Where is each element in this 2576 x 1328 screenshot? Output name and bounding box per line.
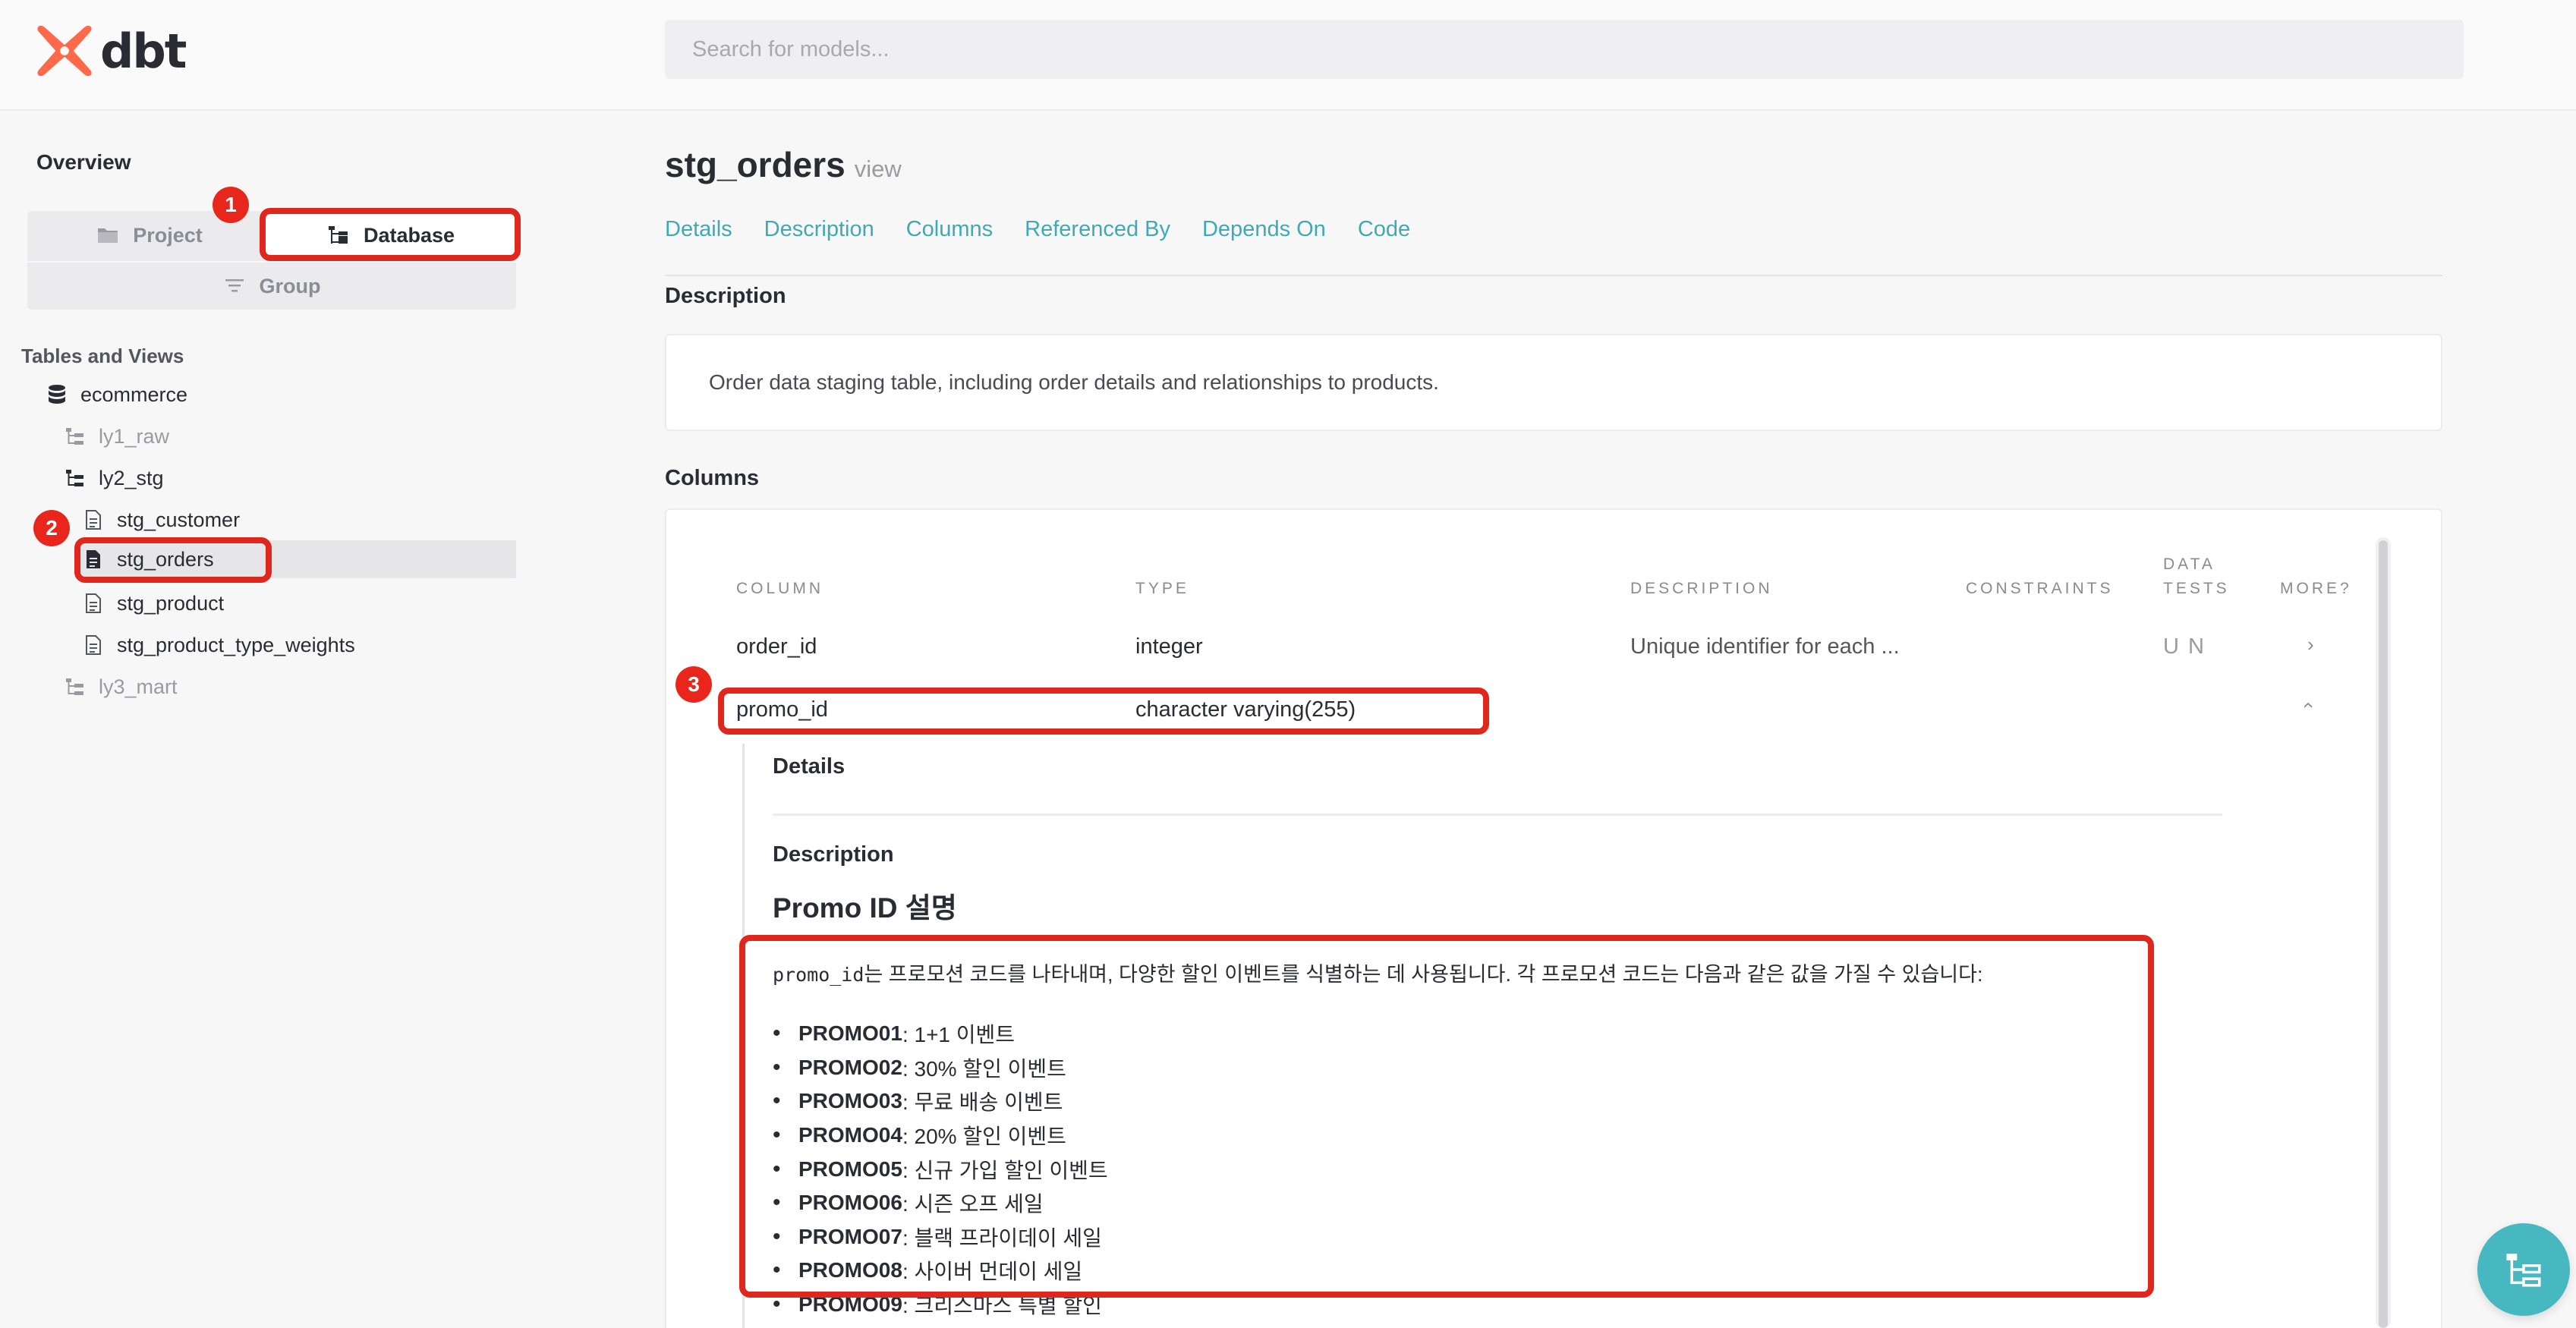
expanded-description-heading: Description — [773, 842, 894, 867]
tab-referenced-by[interactable]: Referenced By — [1025, 217, 1170, 242]
tab-details[interactable]: Details — [665, 217, 732, 242]
tree-model-stg-product[interactable]: stg_product — [83, 584, 224, 622]
tab-description[interactable]: Description — [764, 217, 874, 242]
tree-label: stg_product_type_weights — [117, 633, 355, 656]
col-header-more: MORE? — [2280, 580, 2352, 597]
model-tabs: Details Description Columns Referenced B… — [665, 217, 1410, 242]
tree-schema-ly2-stg[interactable]: ly2_stg — [65, 459, 164, 497]
file-doc-icon — [86, 510, 101, 530]
file-doc-icon — [86, 593, 101, 613]
tree-label: ecommerce — [80, 382, 188, 406]
tab-depends-on[interactable]: Depends On — [1202, 217, 1326, 242]
col-header-data-tests-line2: TESTS — [2163, 580, 2230, 597]
lineage-graph-button[interactable] — [2477, 1223, 2570, 1316]
folder-icon — [98, 228, 118, 243]
tables-and-views-title: Tables and Views — [21, 345, 184, 367]
expand-chevron-icon[interactable]: › — [2307, 633, 2314, 656]
tab-columns[interactable]: Columns — [906, 217, 993, 242]
dbt-logo-icon — [37, 25, 92, 77]
schema-tree-icon — [66, 428, 83, 445]
row-order-id-tests: U N — [2163, 634, 2206, 659]
highlight-box-promo-id-row — [718, 688, 1489, 735]
tab-code[interactable]: Code — [1358, 217, 1410, 242]
overview-link[interactable]: Overview — [36, 150, 131, 175]
tree-model-stg-customer[interactable]: stg_customer — [83, 501, 240, 539]
tree-label: ly2_stg — [99, 466, 164, 489]
logo-text: dbt — [100, 23, 187, 79]
tab-group[interactable]: Group — [27, 261, 516, 310]
page-title: stg_orders view — [665, 144, 902, 185]
col-header-data-tests: DATA TESTS — [2163, 552, 2230, 601]
col-header-constraints: CONSTRAINTS — [1966, 580, 2114, 597]
tree-label: ly1_raw — [99, 424, 170, 448]
col-header-type: TYPE — [1135, 580, 1189, 597]
dbt-logo[interactable]: dbt — [35, 21, 187, 80]
tree-label: stg_customer — [117, 508, 241, 531]
search-input[interactable] — [665, 20, 2464, 79]
col-header-column: COLUMN — [736, 580, 824, 597]
tree-schema-ly3-mart[interactable]: ly3_mart — [65, 668, 178, 706]
filter-lines-icon — [225, 279, 244, 292]
divider — [665, 275, 2442, 276]
description-heading: Description — [665, 284, 786, 308]
schema-tree-icon — [66, 470, 83, 486]
columns-heading: Columns — [665, 466, 760, 490]
details-heading: Details — [773, 754, 846, 779]
file-doc-icon — [86, 635, 101, 655]
annotation-marker-1: 1 — [213, 187, 249, 223]
row-order-id-type: integer — [1135, 634, 1203, 659]
top-bar: dbt — [0, 0, 2576, 111]
tree-schema-ly1-raw[interactable]: ly1_raw — [65, 417, 169, 455]
annotation-marker-3: 3 — [675, 666, 712, 703]
annotation-marker-2: 2 — [33, 510, 70, 546]
model-kind: view — [854, 156, 902, 182]
highlight-box-promo-description — [739, 935, 2154, 1298]
tab-group-label: Group — [259, 274, 321, 297]
tree-database-ecommerce[interactable]: ecommerce — [47, 376, 187, 414]
collapse-chevron-icon[interactable]: ‹ — [2297, 702, 2321, 709]
database-icon — [49, 385, 65, 404]
row-order-id-column[interactable]: order_id — [736, 634, 817, 659]
col-header-data-tests-line1: DATA — [2163, 555, 2215, 573]
tree-model-stg-product-type-weights[interactable]: stg_product_type_weights — [83, 626, 355, 664]
tree-label: stg_product — [117, 591, 225, 615]
row-order-id-description: Unique identifier for each ... — [1630, 634, 1900, 659]
markdown-heading: Promo ID 설명 — [773, 892, 957, 924]
lineage-icon — [2506, 1254, 2541, 1287]
col-header-description: DESCRIPTION — [1630, 580, 1773, 597]
description-text: Order data staging table, including orde… — [709, 370, 1439, 394]
model-name: stg_orders — [665, 145, 846, 184]
tab-project-label: Project — [133, 223, 203, 247]
scrollbar-thumb[interactable] — [2379, 540, 2388, 1328]
tree-label: ly3_mart — [99, 675, 178, 698]
highlight-box-database — [260, 208, 521, 261]
schema-tree-icon — [66, 678, 83, 695]
details-divider — [773, 813, 2222, 816]
highlight-box-stg-orders — [74, 537, 272, 583]
sidebar: Overview Project Database Group Tables a… — [0, 112, 546, 1328]
